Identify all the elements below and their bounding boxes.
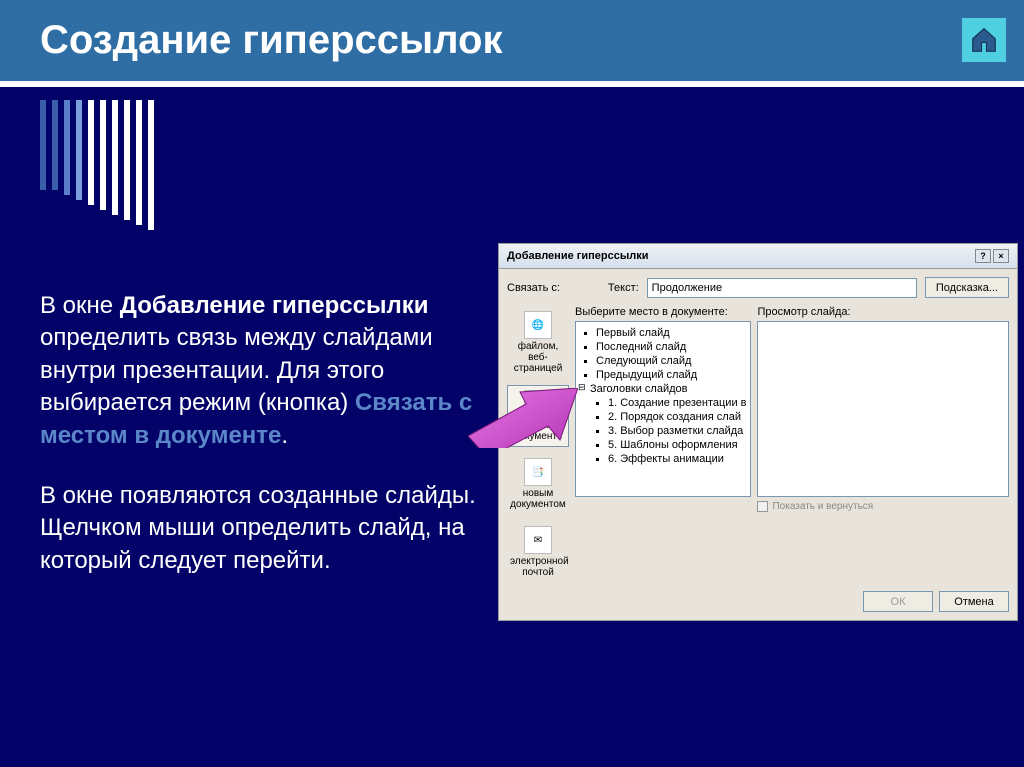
bold-text: Добавление гиперссылки xyxy=(120,292,429,319)
tree-item[interactable]: Последний слайд xyxy=(578,340,748,354)
barcode-decoration xyxy=(40,100,154,230)
body-text: В окне Добавление гиперссылки определить… xyxy=(40,290,480,605)
text-label: Текст: xyxy=(608,282,639,294)
tree-item[interactable]: 1. Создание презентации в xyxy=(578,396,748,410)
dialog-title: Добавление гиперссылки xyxy=(507,250,648,262)
show-return-checkbox[interactable] xyxy=(757,501,768,512)
ok-button[interactable]: ОК xyxy=(863,591,933,612)
close-icon[interactable]: × xyxy=(993,249,1009,263)
email-icon: ✉ xyxy=(524,526,552,554)
document-place-icon: 📄 xyxy=(524,390,552,418)
dialog-titlebar: Добавление гиперссылки ? × xyxy=(499,244,1017,269)
link-to-label: Связать с: xyxy=(507,282,560,294)
tree-item[interactable]: 2. Порядок создания слай xyxy=(578,410,748,424)
hyperlink-dialog: Добавление гиперссылки ? × Связать с: Те… xyxy=(498,243,1018,621)
slide-preview xyxy=(757,321,1009,497)
house-icon xyxy=(969,25,999,55)
web-page-icon: 🌐 xyxy=(524,311,552,339)
cancel-button[interactable]: Отмена xyxy=(939,591,1009,612)
sidebar-item-new-doc[interactable]: 📑 новым документом xyxy=(507,453,569,515)
help-icon[interactable]: ? xyxy=(975,249,991,263)
tree-item[interactable]: Первый слайд xyxy=(578,326,748,340)
sidebar-item-file-web[interactable]: 🌐 файлом, веб-страницей xyxy=(507,306,569,379)
tree-item[interactable]: Следующий слайд xyxy=(578,354,748,368)
text-input[interactable] xyxy=(647,278,917,298)
preview-label: Просмотр слайда: xyxy=(757,306,1009,318)
link-to-sidebar: 🌐 файлом, веб-страницей 📄 местом в докум… xyxy=(507,306,569,583)
select-place-label: Выберите место в документе: xyxy=(575,306,751,318)
tree-item[interactable]: 5. Шаблоны оформления xyxy=(578,438,748,452)
document-tree[interactable]: Первый слайд Последний слайд Следующий с… xyxy=(575,321,751,497)
show-return-row: Показать и вернуться xyxy=(757,501,1009,512)
sidebar-item-email[interactable]: ✉ электронной почтой xyxy=(507,521,569,583)
slide-title: Создание гиперссылок xyxy=(0,0,1024,81)
sidebar-item-place-in-doc[interactable]: 📄 местом в документе xyxy=(507,385,569,447)
home-button[interactable] xyxy=(962,18,1006,62)
divider xyxy=(0,81,1024,87)
tree-item[interactable]: 6. Эффекты анимации xyxy=(578,452,748,466)
tree-group[interactable]: Заголовки слайдов xyxy=(578,382,748,396)
tree-item[interactable]: 3. Выбор разметки слайда xyxy=(578,424,748,438)
new-document-icon: 📑 xyxy=(524,458,552,486)
tree-item[interactable]: Предыдущий слайд xyxy=(578,368,748,382)
hint-button[interactable]: Подсказка... xyxy=(925,277,1009,298)
